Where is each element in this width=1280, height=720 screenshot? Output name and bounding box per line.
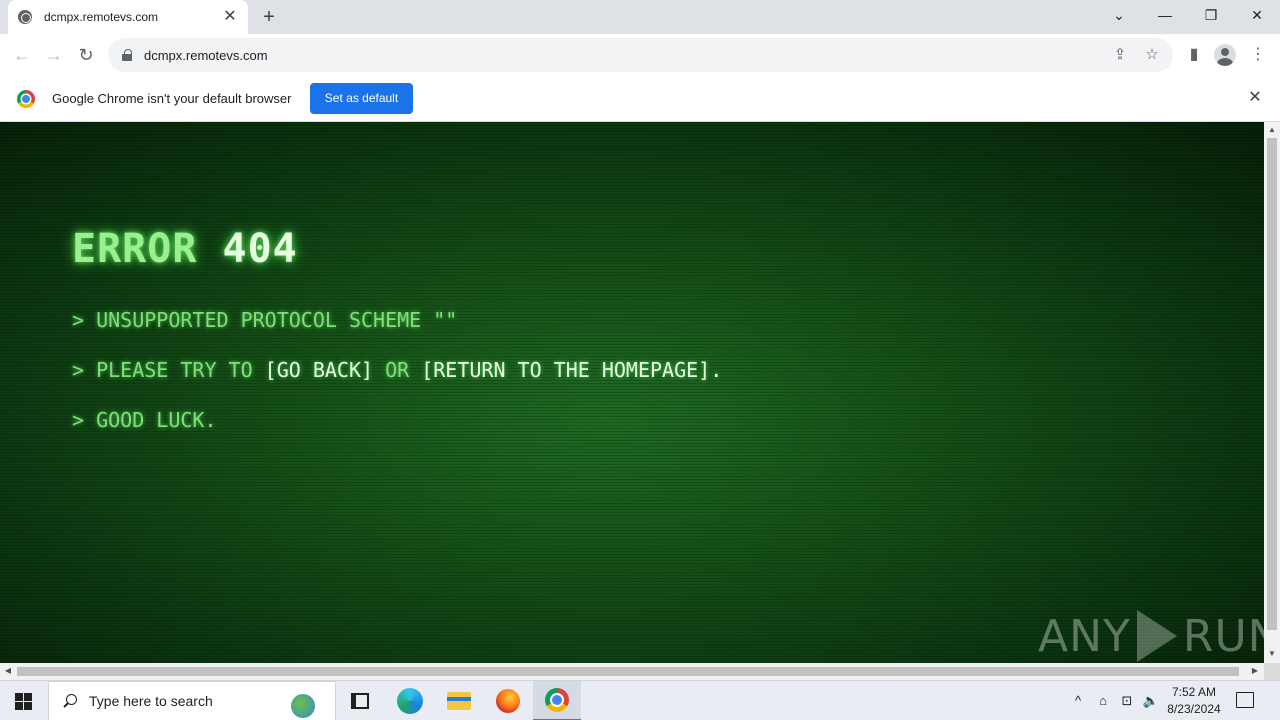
system-clock[interactable]: 7:52 AM 8/23/2024 xyxy=(1164,684,1224,718)
task-view-icon xyxy=(351,693,369,709)
chrome-taskbar-button[interactable] xyxy=(533,681,581,720)
browser-toolbar: ← → ↻ dcmpx.remotevs.com ⇪ ☆ ▮ ⋮ xyxy=(0,34,1280,76)
title-bar: dcmpx.remotevs.com ✕ + ⌄ — ❐ ✕ xyxy=(0,0,1280,34)
page-content: ERROR 404 > UNSUPPORTED PROTOCOL SCHEME … xyxy=(0,122,1264,663)
new-tab-button[interactable]: + xyxy=(258,6,280,28)
play-icon xyxy=(1136,610,1177,662)
windows-taskbar: Type here to search ^ ⌂ ⊡ 🔈 7:52 AM 8/23… xyxy=(0,680,1280,720)
anyrun-watermark: ANY RUN xyxy=(1038,610,1264,662)
watermark-text-right: RUN xyxy=(1182,610,1264,662)
chrome-icon xyxy=(545,688,569,712)
instructions-prefix: > PLEASE TRY TO xyxy=(72,358,265,382)
scroll-right-arrow-icon[interactable]: ▶ xyxy=(1247,663,1263,679)
profile-avatar[interactable] xyxy=(1214,44,1236,66)
taskbar-search-box[interactable]: Type here to search xyxy=(48,681,336,720)
go-back-link[interactable]: [GO BACK] xyxy=(265,358,373,382)
horizontal-scroll-thumb[interactable] xyxy=(17,667,1239,676)
edge-icon xyxy=(397,688,423,714)
show-hidden-icons-chevron-icon[interactable]: ^ xyxy=(1068,681,1088,720)
scroll-down-arrow-icon[interactable]: ▼ xyxy=(1264,646,1280,662)
scroll-corner xyxy=(1264,663,1280,680)
tab-search-button[interactable]: ⌄ xyxy=(1096,0,1142,30)
address-bar[interactable]: dcmpx.remotevs.com ⇪ ☆ xyxy=(108,38,1173,72)
watermark-text-left: ANY xyxy=(1038,610,1131,662)
vertical-scroll-thumb[interactable] xyxy=(1267,138,1277,630)
close-window-button[interactable]: ✕ xyxy=(1234,0,1280,30)
edge-taskbar-button[interactable] xyxy=(386,681,434,720)
error-line-luck: > GOOD LUCK. xyxy=(72,408,217,432)
chrome-logo-icon xyxy=(17,90,35,108)
clock-date: 8/23/2024 xyxy=(1167,702,1221,716)
network-icon[interactable]: ⊡ xyxy=(1116,681,1138,720)
error-line-instructions: > PLEASE TRY TO [GO BACK] OR [RETURN TO … xyxy=(72,358,722,382)
windows-start-icon[interactable] xyxy=(0,681,48,720)
set-as-default-button[interactable]: Set as default xyxy=(310,83,413,114)
meet-now-icon[interactable]: ⌂ xyxy=(1092,681,1114,720)
scroll-left-arrow-icon[interactable]: ◀ xyxy=(0,663,16,679)
error-line-protocol: > UNSUPPORTED PROTOCOL SCHEME "" xyxy=(72,308,458,332)
close-tab-icon[interactable]: ✕ xyxy=(222,9,238,25)
folder-icon xyxy=(447,692,471,710)
homepage-link[interactable]: [RETURN TO THE HOMEPAGE]. xyxy=(421,358,722,382)
infobar-close-icon[interactable]: ✕ xyxy=(1246,89,1264,107)
globe-icon xyxy=(18,10,32,24)
forward-button[interactable]: → xyxy=(42,43,66,67)
search-icon xyxy=(63,694,77,708)
url-text[interactable]: dcmpx.remotevs.com xyxy=(144,48,1109,63)
back-button[interactable]: ← xyxy=(10,43,34,67)
firefox-taskbar-button[interactable] xyxy=(484,681,532,720)
volume-icon[interactable]: 🔈 xyxy=(1140,681,1162,720)
default-browser-infobar: Google Chrome isn't your default browser… xyxy=(0,76,1280,122)
minimize-button[interactable]: — xyxy=(1142,0,1188,30)
bookmark-star-icon[interactable]: ☆ xyxy=(1141,44,1163,66)
notification-center-icon[interactable] xyxy=(1236,692,1254,708)
lock-icon[interactable] xyxy=(122,49,132,61)
task-view-button[interactable] xyxy=(336,681,384,720)
infobar-message: Google Chrome isn't your default browser xyxy=(52,91,292,106)
clock-time: 7:52 AM xyxy=(1171,685,1217,699)
error-code: 404 xyxy=(222,226,298,272)
file-explorer-taskbar-button[interactable] xyxy=(435,681,483,720)
error-heading: ERROR 404 xyxy=(72,226,298,272)
menu-icon[interactable]: ⋮ xyxy=(1247,44,1269,66)
browser-tab[interactable]: dcmpx.remotevs.com ✕ xyxy=(8,0,248,34)
reload-button[interactable]: ↻ xyxy=(74,43,98,67)
search-placeholder: Type here to search xyxy=(89,693,213,709)
side-panel-icon[interactable]: ▮ xyxy=(1183,44,1205,66)
firefox-icon xyxy=(496,689,520,713)
error-word: ERROR xyxy=(72,226,198,272)
share-icon[interactable]: ⇪ xyxy=(1109,44,1131,66)
tab-title: dcmpx.remotevs.com xyxy=(44,10,159,24)
scroll-up-arrow-icon[interactable]: ▲ xyxy=(1264,122,1280,138)
search-highlight-globe-icon[interactable] xyxy=(275,684,335,718)
restore-button[interactable]: ❐ xyxy=(1188,0,1234,30)
instructions-middle: OR xyxy=(373,358,422,382)
